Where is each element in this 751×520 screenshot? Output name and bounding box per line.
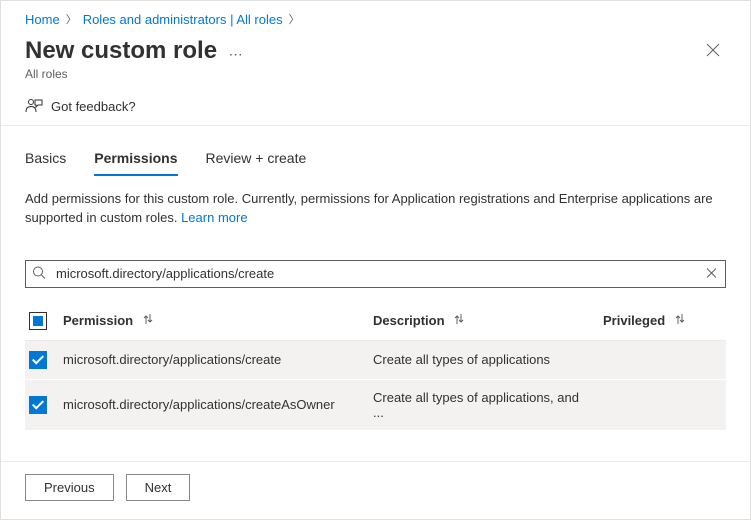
next-button[interactable]: Next bbox=[126, 474, 191, 501]
close-icon bbox=[706, 267, 717, 278]
chevron-right-icon: 〉 bbox=[289, 11, 300, 27]
row-checkbox[interactable] bbox=[29, 396, 47, 414]
col-header-permission[interactable]: Permission bbox=[63, 313, 133, 328]
more-actions-button[interactable]: ⋯ bbox=[221, 46, 251, 62]
clear-search-button[interactable] bbox=[704, 264, 719, 283]
tab-description: Add permissions for this custom role. Cu… bbox=[1, 176, 750, 228]
breadcrumb-home[interactable]: Home bbox=[25, 12, 60, 27]
search-icon bbox=[32, 265, 46, 282]
sort-icon[interactable] bbox=[669, 313, 685, 325]
permissions-table: Permission Description Privileged bbox=[25, 304, 726, 431]
cell-description: Create all types of applications, and ..… bbox=[365, 379, 595, 430]
cell-privileged bbox=[595, 379, 726, 430]
col-header-description[interactable]: Description bbox=[373, 313, 445, 328]
page-subtitle: All roles bbox=[25, 67, 251, 81]
cell-permission: microsoft.directory/applications/createA… bbox=[55, 379, 365, 430]
learn-more-link[interactable]: Learn more bbox=[181, 210, 247, 225]
tabs: Basics Permissions Review + create bbox=[1, 126, 750, 176]
tab-basics[interactable]: Basics bbox=[25, 150, 66, 176]
table-row[interactable]: microsoft.directory/applications/create … bbox=[25, 340, 726, 379]
chevron-right-icon: 〉 bbox=[66, 11, 77, 27]
cell-description: Create all types of applications bbox=[365, 340, 595, 379]
table-row[interactable]: microsoft.directory/applications/createA… bbox=[25, 379, 726, 430]
sort-icon[interactable] bbox=[448, 313, 464, 325]
close-button[interactable] bbox=[700, 37, 726, 67]
previous-button[interactable]: Previous bbox=[25, 474, 114, 501]
feedback-person-icon bbox=[25, 97, 43, 115]
feedback-link[interactable]: Got feedback? bbox=[1, 81, 750, 126]
permission-search-box bbox=[25, 260, 726, 288]
footer: Previous Next bbox=[1, 461, 750, 519]
close-icon bbox=[706, 43, 720, 57]
cell-privileged bbox=[595, 340, 726, 379]
select-all-checkbox[interactable] bbox=[29, 312, 47, 330]
tab-review-create[interactable]: Review + create bbox=[206, 150, 307, 176]
breadcrumb-roles[interactable]: Roles and administrators | All roles bbox=[83, 12, 283, 27]
permission-search-input[interactable] bbox=[54, 265, 695, 282]
description-text: Add permissions for this custom role. Cu… bbox=[25, 191, 713, 225]
sort-icon[interactable] bbox=[137, 313, 153, 325]
page-title: New custom role bbox=[25, 37, 217, 65]
col-header-privileged[interactable]: Privileged bbox=[603, 313, 665, 328]
row-checkbox[interactable] bbox=[29, 351, 47, 369]
cell-permission: microsoft.directory/applications/create bbox=[55, 340, 365, 379]
tab-permissions[interactable]: Permissions bbox=[94, 150, 177, 176]
breadcrumb: Home 〉 Roles and administrators | All ro… bbox=[1, 1, 750, 31]
feedback-label: Got feedback? bbox=[51, 99, 136, 114]
